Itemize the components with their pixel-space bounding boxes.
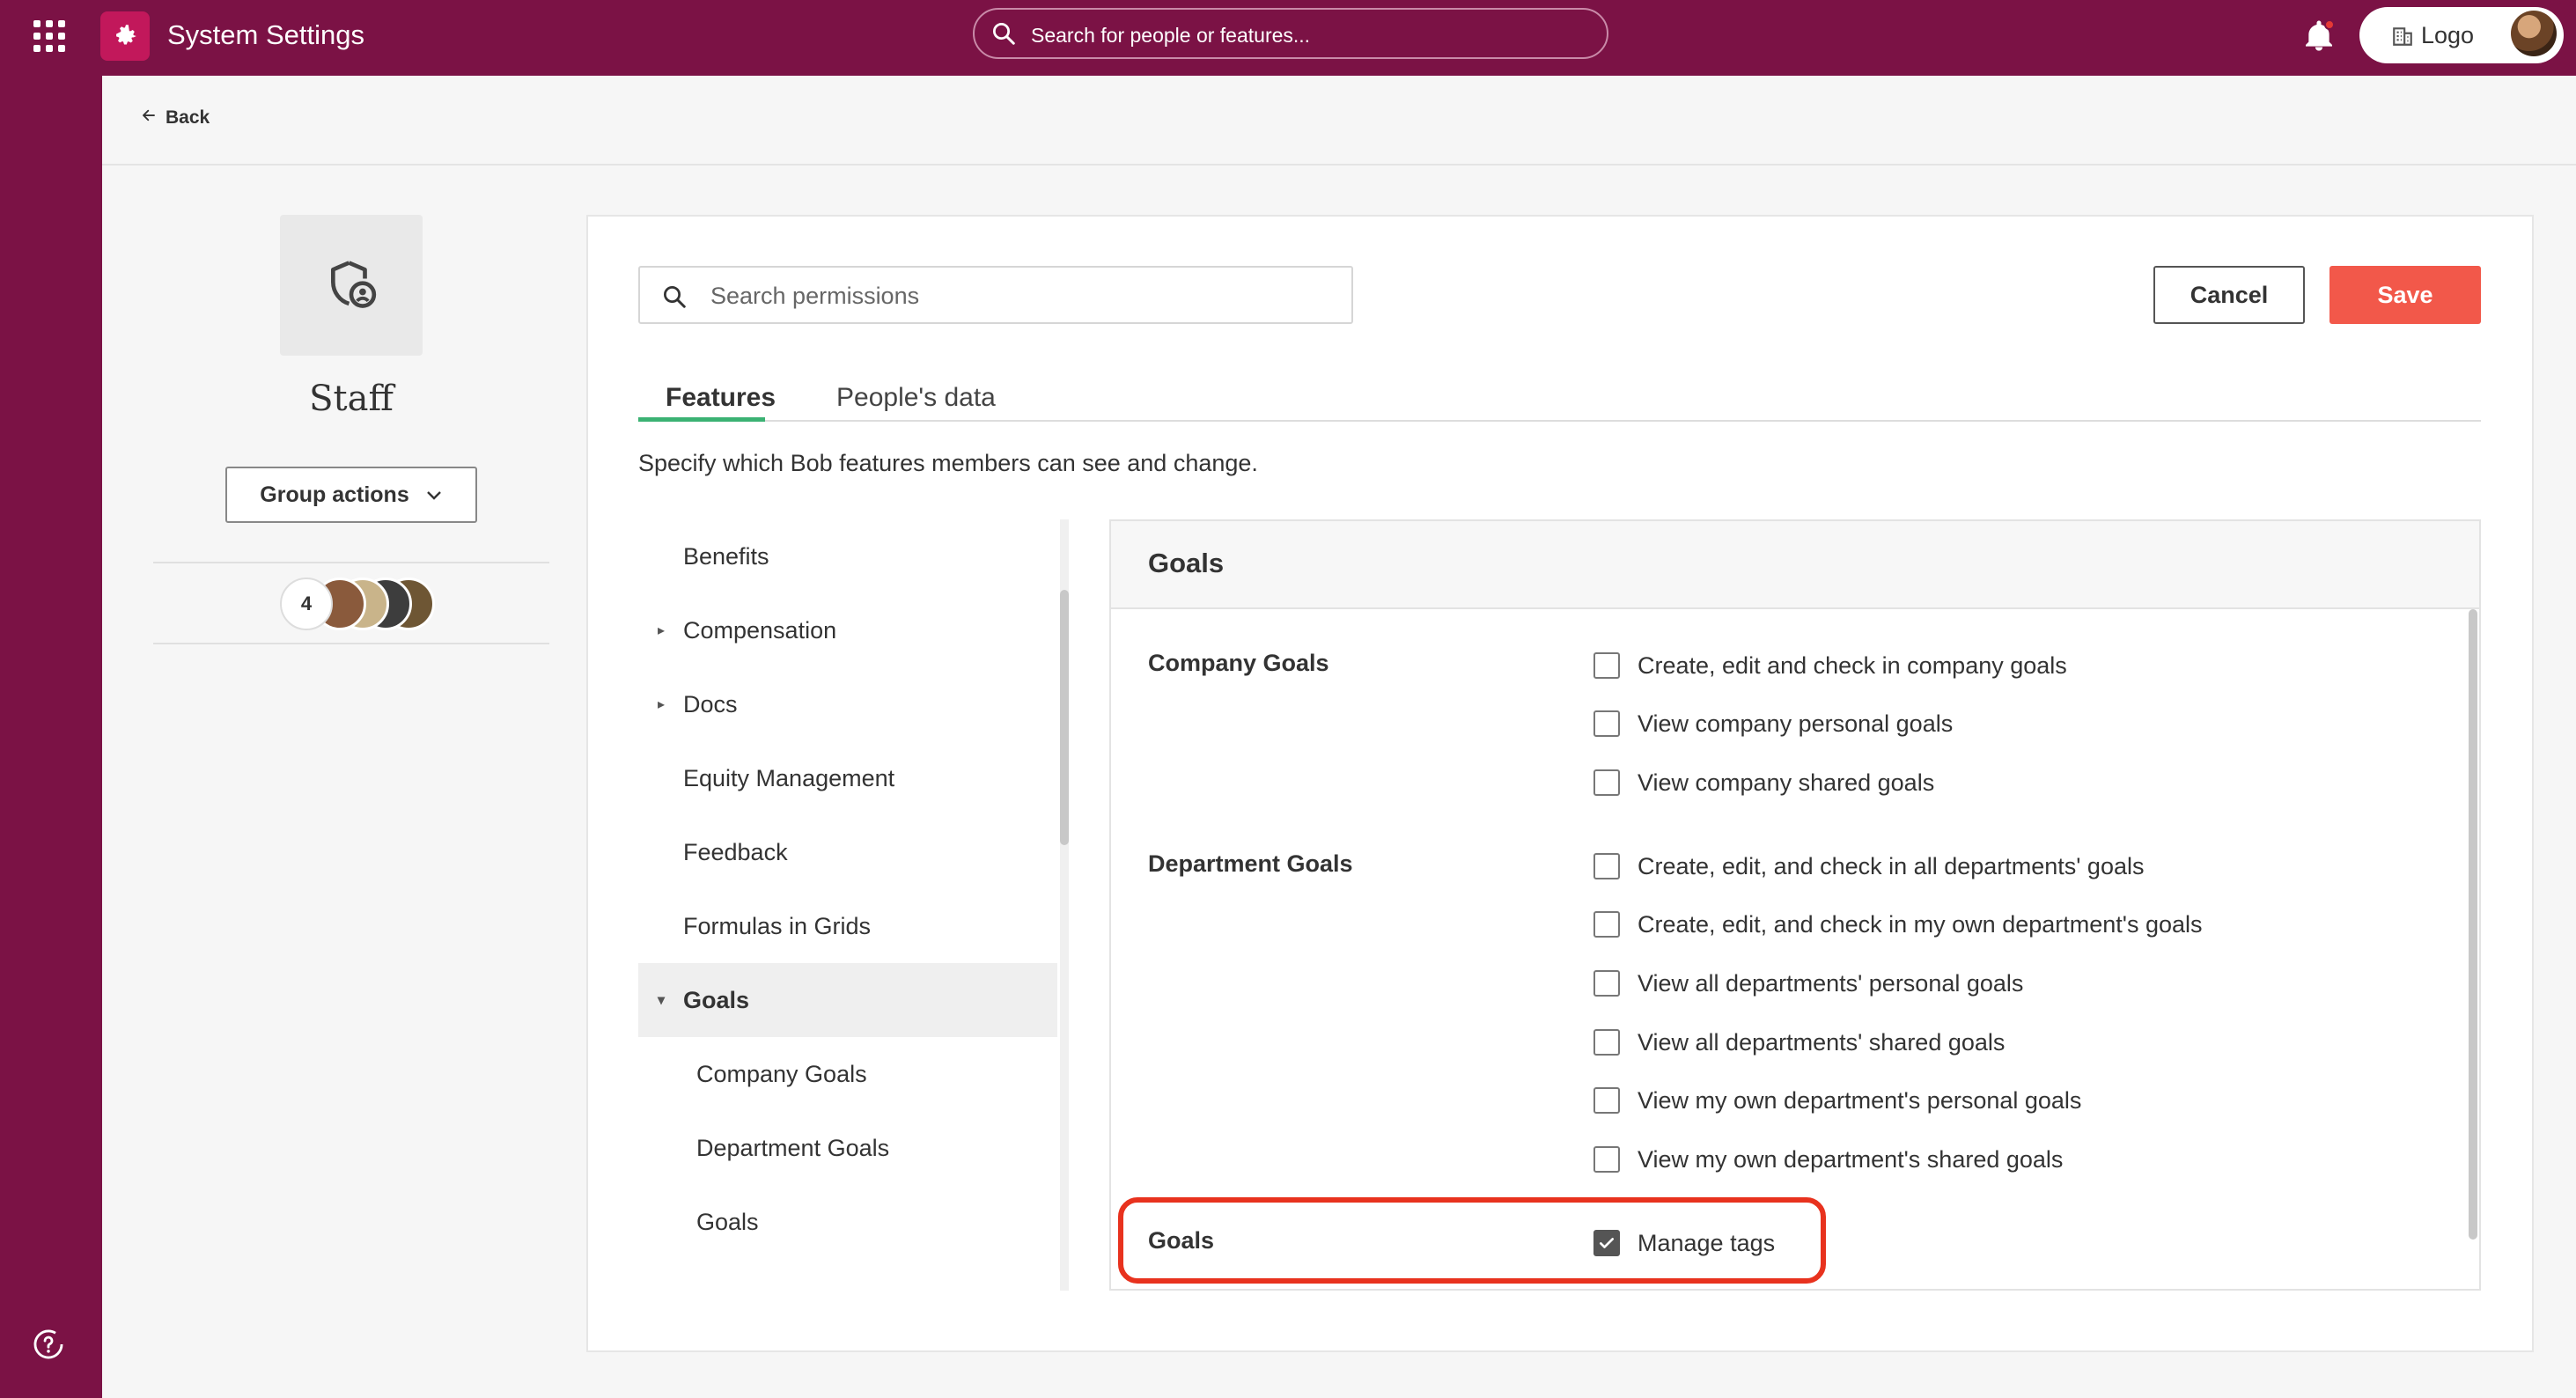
feature-list: Benefits ▸ Compensation ▸ Docs Equity Ma… (638, 519, 1057, 1291)
permission-row[interactable]: Create, edit and check in company goals (1593, 648, 2067, 683)
global-search-placeholder: Search for people or features... (1031, 24, 1311, 47)
permission-row[interactable]: View my own department's shared goals (1593, 1142, 2063, 1177)
feature-item-label: Equity Management (683, 764, 895, 791)
group-actions-label: Group actions (260, 482, 409, 507)
permission-label: View all departments' shared goals (1638, 1028, 2006, 1056)
tabs-divider (638, 420, 2481, 422)
settings-gear-icon (100, 11, 150, 61)
feature-item-benefits[interactable]: Benefits (638, 519, 1057, 593)
app-title: System Settings (167, 19, 364, 50)
permissions-search[interactable] (638, 266, 1353, 324)
permission-label: View my own department's shared goals (1638, 1145, 2064, 1173)
checkbox[interactable] (1593, 970, 1620, 997)
permission-row[interactable]: View all departments' shared goals (1593, 1025, 2005, 1060)
permission-label: View company personal goals (1638, 710, 1954, 737)
feature-subitem-company-goals[interactable]: Company Goals (638, 1037, 1057, 1111)
user-avatar[interactable] (2511, 11, 2557, 56)
permission-row[interactable]: View all departments' personal goals (1593, 966, 2023, 1001)
feature-item-label: Compensation (683, 616, 837, 644)
checkbox[interactable] (1593, 710, 1620, 737)
feature-item-label: Formulas in Grids (683, 912, 872, 939)
tab-features[interactable]: Features (666, 380, 776, 416)
feature-item-label: Goals (696, 1208, 759, 1235)
feature-item-feedback[interactable]: Feedback (638, 815, 1057, 889)
notification-badge (2324, 19, 2335, 30)
checkbox[interactable] (1593, 652, 1620, 679)
permission-label: View all departments' personal goals (1638, 969, 2024, 997)
feature-item-label: Goals (683, 986, 750, 1013)
divider (153, 562, 549, 563)
section-label-department-goals: Department Goals (1148, 850, 1353, 877)
feature-item-label: Benefits (683, 542, 769, 570)
feature-item-formulas-in-grids[interactable]: Formulas in Grids (638, 889, 1057, 963)
checkbox[interactable] (1593, 769, 1620, 796)
panel-scrollbar-thumb[interactable] (2469, 609, 2477, 1240)
member-count-badge[interactable]: 4 (280, 578, 333, 630)
feature-subitem-department-goals[interactable]: Department Goals (638, 1111, 1057, 1185)
active-tab-indicator (638, 417, 765, 422)
highlight-annotation (1118, 1197, 1826, 1284)
caret-right-icon[interactable]: ▸ (658, 695, 672, 713)
section-label-company-goals: Company Goals (1148, 650, 1329, 676)
panel-title: Goals (1148, 548, 1225, 578)
search-icon (990, 20, 1017, 51)
save-button[interactable]: Save (2329, 266, 2481, 324)
features-description: Specify which Bob features members can s… (638, 450, 1258, 476)
cancel-button[interactable]: Cancel (2153, 266, 2305, 324)
chevron-down-icon (425, 482, 443, 508)
permission-row[interactable]: Create, edit, and check in all departmen… (1593, 849, 2144, 884)
checkbox[interactable] (1593, 853, 1620, 879)
feature-subitem-goals[interactable]: Goals (638, 1185, 1057, 1259)
permission-row[interactable]: View company personal goals (1593, 706, 1953, 741)
global-search-input[interactable]: Search for people or features... (973, 8, 1608, 59)
permission-label: Create, edit and check in company goals (1638, 651, 2067, 679)
shield-user-icon (331, 261, 377, 308)
group-icon (280, 215, 423, 356)
left-rail (0, 76, 102, 1398)
panel-header: Goals (1111, 521, 2479, 609)
permission-row[interactable]: View company shared goals (1593, 765, 1934, 800)
caret-right-icon[interactable]: ▸ (658, 622, 672, 639)
org-name: Logo (2421, 22, 2475, 48)
checkbox[interactable] (1593, 1029, 1620, 1056)
feature-item-label: Docs (683, 690, 738, 717)
tab-peoples-data[interactable]: People's data (836, 380, 996, 416)
checkbox[interactable] (1593, 1087, 1620, 1114)
divider (153, 643, 549, 644)
group-name: Staff (309, 379, 394, 419)
feature-item-docs[interactable]: ▸ Docs (638, 667, 1057, 741)
group-actions-dropdown[interactable]: Group actions (225, 467, 477, 523)
back-label: Back (166, 107, 210, 128)
help-icon[interactable] (32, 1328, 65, 1361)
apps-grid-icon[interactable] (33, 20, 65, 52)
search-icon (664, 286, 686, 308)
permission-label: Create, edit, and check in all departmen… (1638, 852, 2145, 879)
permissions-panel: Goals Company Goals Create, edit and che… (1109, 519, 2481, 1291)
arrow-left-icon (141, 107, 157, 129)
feature-item-goals[interactable]: ▾ Goals (638, 963, 1057, 1037)
permission-label: View company shared goals (1638, 769, 1935, 796)
permission-label: Create, edit, and check in my own depart… (1638, 910, 2203, 938)
permission-label: View my own department's personal goals (1638, 1086, 2082, 1114)
checkbox[interactable] (1593, 1146, 1620, 1173)
caret-down-icon[interactable]: ▾ (658, 991, 672, 1009)
back-link[interactable]: Back (141, 107, 210, 129)
checkbox[interactable] (1593, 911, 1620, 938)
page-subheader (102, 76, 2576, 166)
permission-row[interactable]: Create, edit, and check in my own depart… (1593, 907, 2203, 942)
building-icon (2391, 25, 2414, 52)
feature-item-compensation[interactable]: ▸ Compensation (638, 593, 1057, 667)
feature-item-label: Company Goals (696, 1060, 867, 1087)
feature-list-scrollbar-thumb[interactable] (1060, 590, 1069, 845)
permissions-search-input[interactable] (709, 276, 1325, 315)
feature-item-label: Department Goals (696, 1134, 890, 1161)
feature-item-label: Feedback (683, 838, 788, 865)
permission-row[interactable]: View my own department's personal goals (1593, 1083, 2081, 1118)
feature-item-equity-management[interactable]: Equity Management (638, 741, 1057, 815)
